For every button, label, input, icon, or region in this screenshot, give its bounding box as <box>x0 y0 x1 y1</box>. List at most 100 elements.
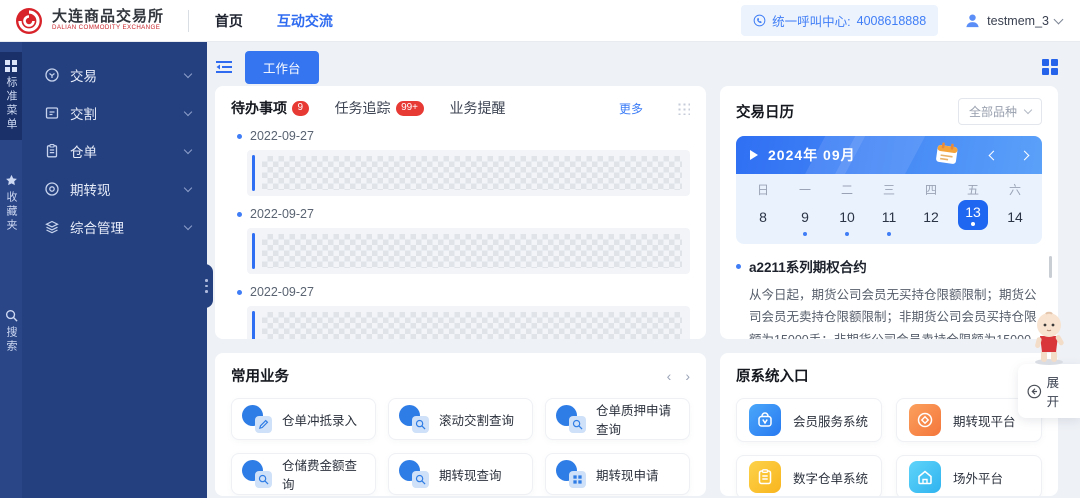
todo-date: 2022-09-27 <box>250 207 314 221</box>
hotline-number: 4008618888 <box>857 14 927 28</box>
hotline-pill[interactable]: 统一呼叫中心: 4008618888 <box>741 5 938 36</box>
menu-item-efp[interactable]: 期转现 <box>22 170 207 208</box>
day-cell[interactable]: 14 <box>994 204 1036 236</box>
biz-card-pledge-application-query[interactable]: 仓单质押申请查询 <box>545 398 690 440</box>
sidebar-rail: 标准菜单 收藏夹 搜索 <box>0 42 22 498</box>
user-menu[interactable]: testmem_3 <box>964 12 1062 29</box>
legacy-systems-panel: 原系统入口 会员服务系统 期转现平台 <box>720 353 1058 496</box>
nav-home[interactable]: 首页 <box>215 11 243 31</box>
exchange-box-icon <box>44 105 60 121</box>
main-content: 工作台 待办事项 9 任务追踪 99+ 业务提醒 <box>207 42 1080 498</box>
todo-panel-tabs: 待办事项 9 任务追踪 99+ 业务提醒 更多 <box>231 98 690 118</box>
play-icon[interactable] <box>750 150 758 160</box>
drag-dots-icon[interactable] <box>677 102 690 115</box>
clipboard-icon <box>44 143 60 159</box>
target-coin-icon <box>909 404 941 436</box>
weekday-row: 日 一 二 三 四 五 六 <box>742 181 1036 198</box>
day-cell[interactable]: 11 <box>868 204 910 236</box>
chevron-down-icon <box>184 108 192 116</box>
menu-item-warehouse-receipt[interactable]: 仓单 <box>22 132 207 170</box>
menu-item-delivery[interactable]: 交割 <box>22 94 207 132</box>
search-icon <box>242 460 272 488</box>
legacy-card-digital-receipt[interactable]: 数字仓单系统 <box>736 455 882 496</box>
todo-list-item[interactable]: 2022-09-27 <box>231 207 690 274</box>
bullet-dot-icon <box>736 264 741 269</box>
tab-task-tracking[interactable]: 任务追踪 99+ <box>335 98 424 118</box>
task-count-badge: 99+ <box>396 101 424 116</box>
logo-title: 大连商品交易所 <box>52 9 166 25</box>
day-cell-selected[interactable]: 13 <box>952 200 994 236</box>
biz-card-rolling-delivery-query[interactable]: 滚动交割查询 <box>388 398 533 440</box>
todo-list-item[interactable]: 2022-09-27 <box>231 285 690 339</box>
nav-interaction[interactable]: 互动交流 <box>277 11 333 31</box>
coin-icon <box>44 67 60 83</box>
prev-month-icon[interactable] <box>989 150 999 160</box>
bullet-dot-icon <box>237 212 242 217</box>
scroll-left-icon[interactable]: ‹ <box>667 368 672 384</box>
menu-item-management[interactable]: 综合管理 <box>22 208 207 246</box>
redacted-content-placeholder <box>247 228 690 274</box>
sidebar: 标准菜单 收藏夹 搜索 交易 <box>0 42 207 498</box>
clipboard-icon <box>749 461 781 493</box>
variety-select[interactable]: 全部品种 <box>958 98 1042 125</box>
day-cell[interactable]: 12 <box>910 204 952 236</box>
rail-item-favorites[interactable]: 收藏夹 <box>0 166 22 241</box>
bullet-dot-icon <box>237 134 242 139</box>
tab-workbench[interactable]: 工作台 <box>245 51 319 84</box>
legacy-card-member-service[interactable]: 会员服务系统 <box>736 398 882 442</box>
chevron-down-icon <box>184 146 192 154</box>
biz-card-efp-query[interactable]: 期转现查询 <box>388 453 533 495</box>
layers-icon <box>44 219 60 235</box>
todo-panel: 待办事项 9 任务追踪 99+ 业务提醒 更多 <box>215 86 706 339</box>
rail-label: 搜索 <box>3 326 19 354</box>
more-link[interactable]: 更多 <box>619 100 643 117</box>
legacy-card-otc-platform[interactable]: 场外平台 <box>896 455 1042 496</box>
scrollbar-thumb[interactable] <box>1049 256 1052 278</box>
pencil-icon <box>242 405 272 433</box>
tab-todo-items[interactable]: 待办事项 9 <box>231 98 309 118</box>
calendar-notice[interactable]: a2211系列期权合约 从今日起，期货公司会员无买持仓限额限制；期货公司会员无卖… <box>736 256 1042 339</box>
biz-card-receipt-offset-entry[interactable]: 仓单冲抵录入 <box>231 398 376 440</box>
apps-grid-icon[interactable] <box>1042 59 1058 75</box>
rail-item-search[interactable]: 搜索 <box>0 301 22 362</box>
collapse-menu-icon[interactable] <box>215 59 233 75</box>
dce-logo-icon <box>14 6 44 36</box>
day-cell[interactable]: 8 <box>742 204 784 236</box>
float-expand-widget: 展开 <box>1018 310 1080 418</box>
calendar-widget: 2024年 09月 日 <box>736 136 1042 244</box>
avatar-icon <box>964 12 981 29</box>
star-icon <box>5 174 18 187</box>
search-icon <box>5 309 18 322</box>
hotline-label: 统一呼叫中心: <box>772 11 850 30</box>
chevron-down-icon <box>184 184 192 192</box>
todo-date: 2022-09-27 <box>250 285 314 299</box>
menu-item-trading[interactable]: 交易 <box>22 56 207 94</box>
todo-count-badge: 9 <box>292 101 309 116</box>
sidebar-menu: 交易 交割 仓单 <box>22 42 207 498</box>
scroll-right-icon[interactable]: › <box>685 368 690 384</box>
tab-business-reminder[interactable]: 业务提醒 <box>450 98 506 118</box>
search-icon <box>399 405 429 433</box>
sidebar-collapse-handle[interactable] <box>200 264 213 308</box>
day-cell[interactable]: 10 <box>826 204 868 236</box>
rail-item-standard-menu[interactable]: 标准菜单 <box>0 52 22 140</box>
day-cell[interactable]: 9 <box>784 204 826 236</box>
todo-list-item[interactable]: 2022-09-27 <box>231 129 690 196</box>
panel-title: 原系统入口 <box>736 365 1042 386</box>
mascot-image <box>1024 310 1074 366</box>
expand-button[interactable]: 展开 <box>1018 364 1080 418</box>
rail-label: 标准菜单 <box>3 76 19 132</box>
tab-bar: 工作台 <box>215 42 1058 86</box>
chevron-down-icon <box>184 70 192 78</box>
logo-subtitle: DALIAN COMMODITY EXCHANGE <box>52 25 160 31</box>
date-row: 8 9 10 11 12 13 14 <box>742 198 1036 236</box>
home-icon <box>909 461 941 493</box>
top-nav: 首页 互动交流 <box>215 11 333 31</box>
panel-title: 交易日历 <box>736 101 958 122</box>
top-header: 大连商品交易所 DALIAN COMMODITY EXCHANGE 首页 互动交… <box>0 0 1080 42</box>
next-month-icon[interactable] <box>1020 150 1030 160</box>
header-divider <box>188 10 189 32</box>
biz-card-efp-application[interactable]: 期转现申请 <box>545 453 690 495</box>
search-icon <box>399 460 429 488</box>
biz-card-storage-fee-query[interactable]: 仓储费金额查询 <box>231 453 376 495</box>
